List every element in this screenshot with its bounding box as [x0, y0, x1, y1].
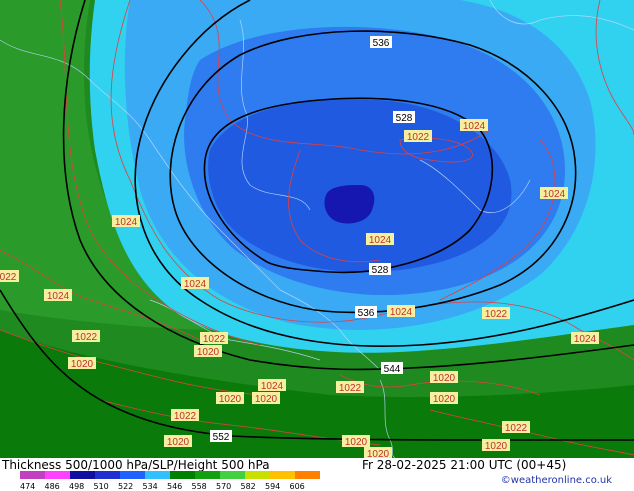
- pressure-label: 1022: [72, 330, 100, 343]
- height-label-text: 528: [396, 113, 413, 124]
- pressure-label-text: 1020: [167, 437, 190, 448]
- pressure-label-text: 022: [0, 272, 17, 283]
- footer-bar: Thickness 500/1000 hPa/SLP/Height 500 hP…: [0, 458, 634, 491]
- pressure-label-text: 1024: [261, 381, 284, 392]
- height-label: 528: [393, 111, 415, 124]
- pressure-label-text: 1022: [505, 423, 528, 434]
- pressure-label-text: 1020: [71, 359, 94, 370]
- height-label-text: 536: [358, 308, 375, 319]
- pressure-label: 1024: [571, 332, 599, 345]
- pressure-label: 1024: [387, 305, 415, 318]
- pressure-label: 1022: [482, 307, 510, 320]
- pressure-label-text: 1022: [203, 334, 226, 345]
- height-label: 552: [210, 430, 232, 443]
- pressure-label-text: 1020: [345, 437, 368, 448]
- scale-swatch: [245, 471, 270, 479]
- pressure-label-text: 1020: [433, 373, 456, 384]
- pressure-label-text: 1020: [255, 394, 278, 405]
- pressure-label-text: 1024: [543, 189, 566, 200]
- pressure-label: 1024: [540, 187, 568, 200]
- pressure-label: 1020: [430, 371, 458, 384]
- pressure-label: 1020: [364, 447, 392, 458]
- pressure-label-text: 1024: [369, 235, 392, 246]
- scale-swatch: [270, 471, 295, 479]
- pressure-label-text: 1022: [407, 132, 430, 143]
- pressure-label: 1020: [216, 392, 244, 405]
- forecast-datetime: Fr 28-02-2025 21:00 UTC (00+45): [362, 458, 567, 472]
- pressure-label-text: 1024: [463, 121, 486, 132]
- scale-swatch: [195, 471, 220, 479]
- pressure-label: 1022: [502, 421, 530, 434]
- pressure-label-text: 1022: [174, 411, 197, 422]
- pressure-label: 1022: [171, 409, 199, 422]
- pressure-label-text: 1024: [574, 334, 597, 345]
- scale-swatch: [20, 471, 45, 479]
- height-label-text: 552: [213, 432, 230, 443]
- pressure-label: 1024: [112, 215, 140, 228]
- height-label-text: 536: [373, 38, 390, 49]
- height-label: 536: [370, 36, 392, 49]
- height-label-text: 544: [384, 364, 401, 375]
- pressure-label-text: 1024: [184, 279, 207, 290]
- pressure-label: 1020: [342, 435, 370, 448]
- pressure-label: 1024: [181, 277, 209, 290]
- pressure-label: 1024: [366, 233, 394, 246]
- scale-swatch: [45, 471, 70, 479]
- pressure-label-text: 1024: [115, 217, 138, 228]
- height-label: 544: [381, 362, 403, 375]
- pressure-label: 1020: [252, 392, 280, 405]
- pressure-label-text: 1022: [339, 383, 362, 394]
- pressure-label-text: 1022: [485, 309, 508, 320]
- pressure-label: 1020: [164, 435, 192, 448]
- weather-map: 536 528 528 536 544 552 1022 1024 1024 1024 1024 1…: [0, 0, 634, 458]
- pressure-label: 1024: [44, 289, 72, 302]
- scale-swatch: [95, 471, 120, 479]
- pressure-label: 1020: [482, 439, 510, 452]
- pressure-label: 1020: [194, 345, 222, 358]
- height-label: 536: [355, 306, 377, 319]
- scale-swatch: [120, 471, 145, 479]
- pressure-label-text: 1020: [367, 449, 390, 458]
- pressure-label: 1022: [404, 130, 432, 143]
- thickness-color-scale: [20, 471, 320, 479]
- pressure-label: 1024: [258, 379, 286, 392]
- pressure-label: 1024: [460, 119, 488, 132]
- pressure-label-text: 1020: [433, 394, 456, 405]
- pressure-label-text: 1020: [485, 441, 508, 452]
- pressure-label-text: 1020: [197, 347, 220, 358]
- pressure-label-text: 1024: [390, 307, 413, 318]
- pressure-label: 1020: [430, 392, 458, 405]
- credit-link[interactable]: ©weatheronline.co.uk: [501, 475, 612, 486]
- pressure-label: 1022: [200, 332, 228, 345]
- height-label: 528: [369, 263, 391, 276]
- pressure-label: 022: [0, 270, 19, 283]
- pressure-label-text: 1020: [219, 394, 242, 405]
- height-label-text: 528: [372, 265, 389, 276]
- pressure-label: 1022: [336, 381, 364, 394]
- scale-swatch: [170, 471, 195, 479]
- pressure-label: 1020: [68, 357, 96, 370]
- scale-swatch: [295, 471, 320, 479]
- map-title: Thickness 500/1000 hPa/SLP/Height 500 hP…: [2, 458, 270, 472]
- scale-swatch: [70, 471, 95, 479]
- scale-swatch: [220, 471, 245, 479]
- pressure-label-text: 1024: [47, 291, 70, 302]
- scale-swatch: [145, 471, 170, 479]
- pressure-label-text: 1022: [75, 332, 98, 343]
